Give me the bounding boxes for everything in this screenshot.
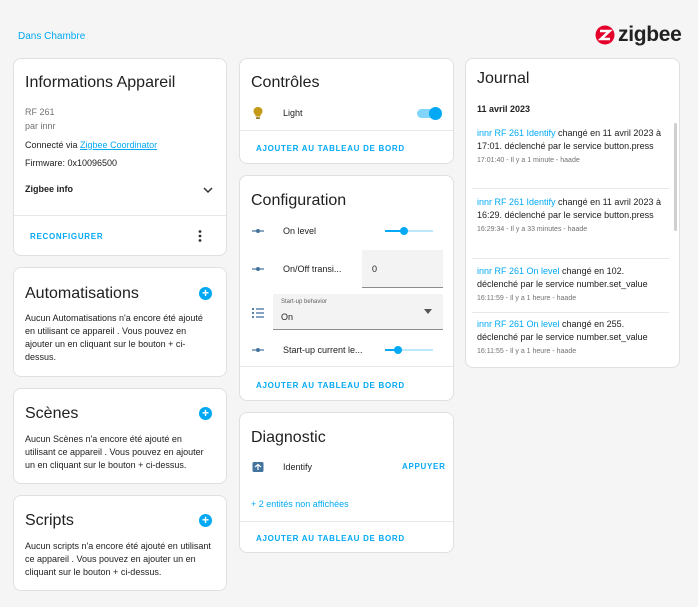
dropdown-arrow-icon: [424, 309, 432, 314]
automations-empty-text: Aucun Automatisations n'a encore été ajo…: [25, 313, 203, 362]
on-level-slider[interactable]: [385, 224, 433, 238]
divider: [472, 188, 669, 189]
identify-icon: [252, 462, 264, 472]
startup-level-slider[interactable]: [385, 343, 433, 357]
card-title: Automatisations: [25, 285, 139, 302]
scripts-card: Scripts + Aucun scripts n'a encore été a…: [13, 495, 227, 591]
journal-scrollbar[interactable]: [674, 123, 677, 231]
journal-entry: innr RF 261 On level changé en 102. décl…: [477, 265, 665, 305]
reconfigure-button[interactable]: RECONFIGURER: [30, 232, 103, 241]
add-to-dashboard-button[interactable]: AJOUTER AU TABLEAU DE BORD: [256, 534, 405, 543]
card-title: Diagnostic: [251, 429, 326, 446]
entity-link[interactable]: innr RF 261 On level: [477, 266, 560, 276]
format-list-bulleted-icon: [251, 307, 264, 319]
divider: [240, 366, 453, 367]
device-model: RF 261: [25, 107, 55, 117]
zigbee-info-expander[interactable]: Zigbee info: [14, 179, 226, 201]
divider: [472, 258, 669, 259]
journal-entry: innr RF 261 Identify changé en 11 avril …: [477, 196, 665, 236]
chevron-down-icon: [203, 187, 213, 194]
startup-behavior-value: On: [281, 312, 294, 322]
startup-current-level-label: Start-up current le...: [283, 345, 363, 355]
entry-meta: 16:11:59 - Il y a 1 heure - haade: [477, 295, 577, 302]
zigbee-icon: [595, 25, 615, 44]
ray-vertex-icon: [252, 229, 264, 233]
more-vert-icon[interactable]: [195, 229, 205, 243]
lightbulb-icon: [253, 107, 263, 119]
entity-link[interactable]: innr RF 261 Identify: [477, 197, 556, 207]
controls-card: Contrôles Light AJOUTER AU TABLEAU DE BO…: [239, 58, 454, 164]
breadcrumb[interactable]: Dans Chambre: [18, 31, 85, 42]
zigbee-wordmark: zigbee: [618, 23, 682, 46]
zigbee-info-label: Zigbee info: [25, 184, 73, 194]
startup-behavior-label: Start-up behavior: [281, 299, 328, 305]
onoff-transition-label: On/Off transi...: [283, 264, 342, 274]
card-title: Configuration: [251, 192, 347, 209]
device-info-card: Informations Appareil RF 261 par innr Co…: [13, 58, 227, 256]
card-title: Journal: [477, 70, 530, 87]
journal-entry: innr RF 261 Identify changé en 11 avril …: [477, 127, 665, 167]
entry-meta: 16:29:34 - Il y a 33 minutes - haade: [477, 226, 588, 233]
firmware-version: Firmware: 0x10096500: [25, 158, 118, 168]
scenes-card: Scènes + Aucun Scènes n'a encore été ajo…: [13, 388, 227, 484]
add-script-button[interactable]: +: [199, 514, 212, 527]
light-label: Light: [283, 108, 303, 118]
identify-label: Identify: [283, 462, 313, 472]
divider: [240, 130, 453, 131]
entry-meta: 16:11:55 - Il y a 1 heure - haade: [477, 348, 577, 355]
automations-card: Automatisations + Aucun Automatisations …: [13, 267, 227, 377]
entity-link[interactable]: innr RF 261 On level: [477, 319, 560, 329]
startup-behavior-select[interactable]: Start-up behavior On: [273, 294, 443, 330]
diagnostic-card: Diagnostic Identify APPUYER + 2 entités …: [239, 412, 454, 553]
onoff-transition-value: 0: [372, 264, 378, 274]
add-to-dashboard-button[interactable]: AJOUTER AU TABLEAU DE BORD: [256, 144, 405, 153]
entry-meta: 17:01:40 - Il y a 1 minute - haade: [477, 157, 580, 164]
add-to-dashboard-button[interactable]: AJOUTER AU TABLEAU DE BORD: [256, 381, 405, 390]
add-scene-button[interactable]: +: [199, 407, 212, 420]
coordinator-link[interactable]: Zigbee Coordinator: [80, 140, 157, 150]
hidden-entities-link[interactable]: + 2 entités non affichées: [251, 499, 349, 509]
card-title: Scènes: [25, 405, 79, 422]
card-title: Informations Appareil: [25, 74, 176, 91]
zigbee-logo: zigbee: [595, 24, 682, 45]
on-level-label: On level: [283, 226, 317, 236]
card-title: Scripts: [25, 512, 74, 529]
connected-prefix: Connecté via: [25, 140, 81, 150]
scripts-empty-text: Aucun scripts n'a encore été ajouté en u…: [25, 541, 211, 577]
connected-via: Connecté via Zigbee Coordinator: [25, 140, 157, 150]
journal-card: Journal 11 avril 2023 innr RF 261 Identi…: [465, 58, 680, 368]
ray-vertex-icon: [252, 267, 264, 271]
add-automation-button[interactable]: +: [199, 287, 212, 300]
press-button[interactable]: APPUYER: [402, 462, 446, 471]
configuration-card: Configuration On level On/Off transi... …: [239, 175, 454, 401]
scenes-empty-text: Aucun Scènes n'a encore été ajouté en ut…: [25, 434, 204, 470]
divider: [14, 215, 226, 216]
journal-entry: innr RF 261 On level changé en 255. décl…: [477, 318, 665, 358]
divider: [472, 312, 669, 313]
device-manufacturer: par innr: [25, 121, 56, 131]
card-title: Contrôles: [251, 74, 320, 91]
journal-date: 11 avril 2023: [477, 104, 531, 114]
ray-vertex-icon: [252, 348, 264, 352]
light-toggle[interactable]: [416, 106, 442, 120]
divider: [240, 521, 453, 522]
entity-link[interactable]: innr RF 261 Identify: [477, 128, 556, 138]
onoff-transition-input[interactable]: 0: [362, 250, 443, 288]
